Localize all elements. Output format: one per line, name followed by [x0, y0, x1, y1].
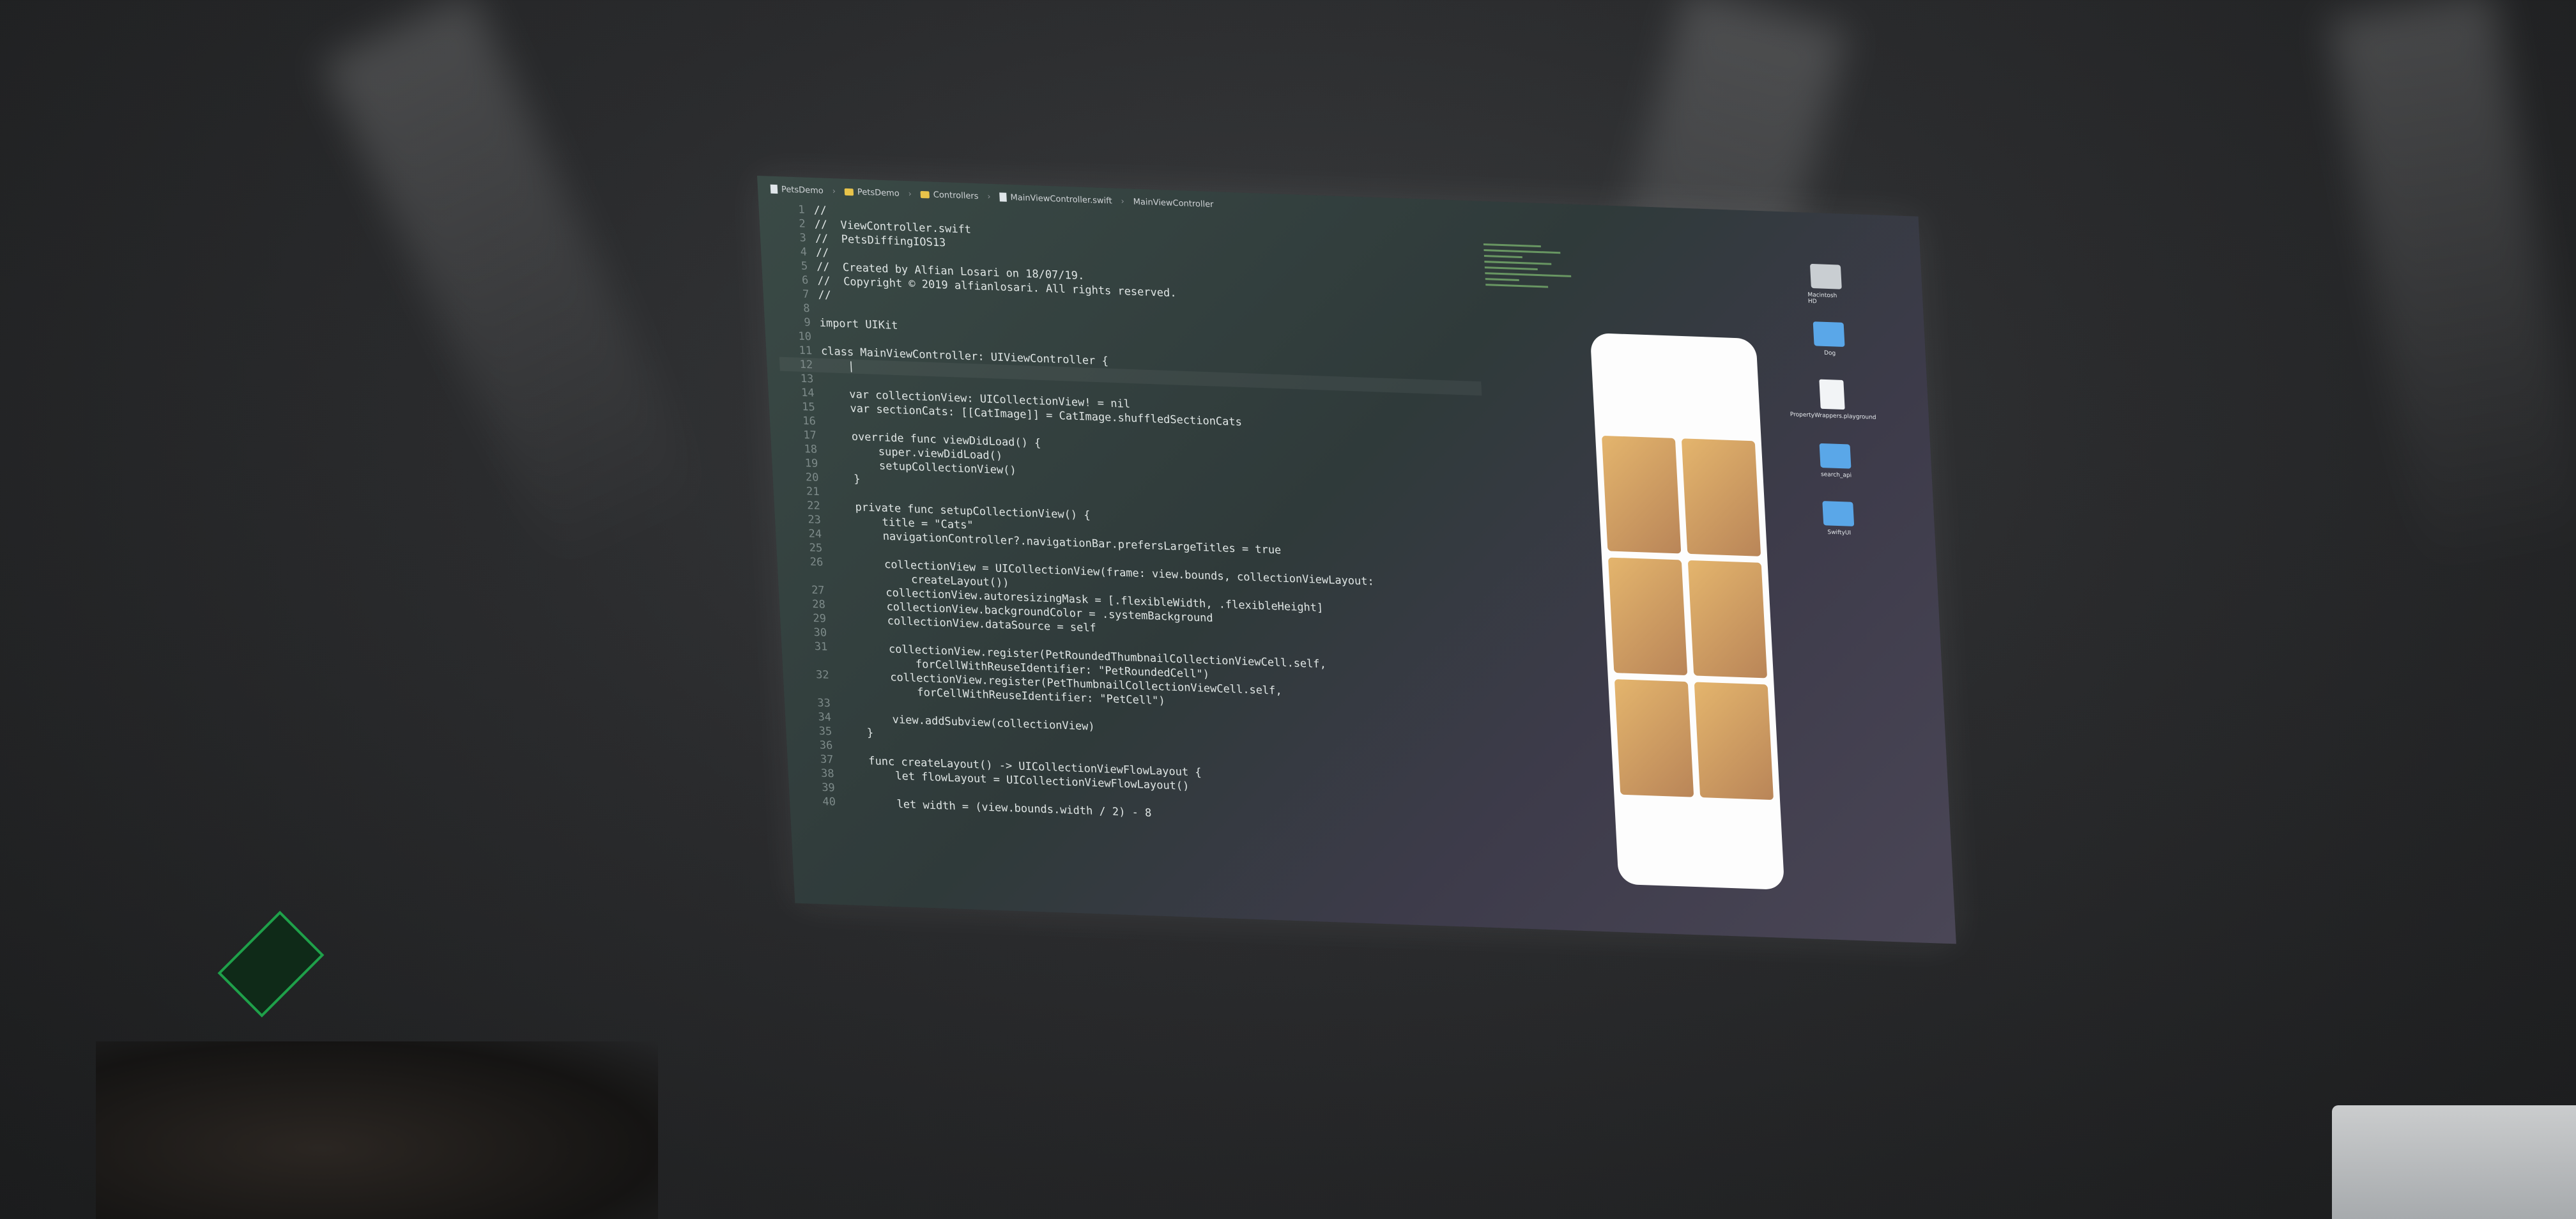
desktop-icon-label: search_api [1820, 471, 1852, 479]
line-number: 33 [816, 696, 831, 710]
line-number: 37 [820, 753, 834, 767]
line-number: 25 [809, 541, 823, 555]
folder-icon [920, 190, 930, 199]
line-number: 21 [806, 485, 820, 499]
cat-photo[interactable] [1614, 679, 1694, 797]
line-number: 9 [804, 316, 811, 330]
line-number: 26 [809, 555, 824, 569]
desktop-icon-label: Dog [1823, 349, 1836, 357]
line-number: 1 [797, 203, 806, 217]
code-editor[interactable]: 1//2// ViewController.swift 3// PetsDiffi… [771, 202, 1505, 833]
line-number: 17 [803, 429, 817, 442]
line-number [796, 681, 839, 696]
line-number: 40 [822, 795, 836, 809]
desktop-icon-dog[interactable]: Dog [1809, 321, 1850, 357]
line-number: 6 [801, 273, 809, 288]
desktop-icon-label: Macintosh HD [1807, 291, 1837, 305]
stacked-chairs [2332, 1105, 2576, 1219]
line-number: 5 [801, 259, 808, 273]
line-number: 14 [801, 386, 815, 400]
line-number: 11 [799, 344, 813, 358]
code-text: } [840, 725, 874, 740]
folder-icon [1822, 501, 1855, 526]
line-number: 7 [802, 288, 810, 302]
code-text: | [821, 358, 855, 373]
light-beam [2327, 0, 2576, 585]
chevron-right-icon: › [987, 192, 992, 202]
line-number: 15 [801, 400, 816, 414]
breadcrumb-item[interactable]: PetsDemo [844, 187, 900, 199]
breadcrumb-item[interactable]: Controllers [920, 189, 979, 201]
line-number: 29 [812, 611, 827, 625]
breadcrumb-label: Controllers [933, 190, 979, 201]
breadcrumb-item[interactable]: MainViewController [1133, 197, 1213, 209]
line-number: 4 [800, 245, 808, 259]
cat-photo[interactable] [1681, 438, 1761, 556]
line-number: 23 [807, 513, 822, 527]
breadcrumb-item[interactable]: PetsDemo [770, 184, 824, 195]
line-number: 38 [820, 767, 835, 781]
folder-icon [1819, 443, 1851, 469]
line-number: 31 [814, 640, 828, 654]
simulator-phone[interactable] [1590, 333, 1785, 890]
breadcrumb-label: MainViewController [1133, 197, 1214, 210]
line-number: 30 [813, 626, 827, 640]
breadcrumb-label: MainViewController.swift [1010, 192, 1113, 206]
desktop-icon-search-api[interactable]: search_api [1816, 443, 1856, 479]
code-text: // [815, 246, 829, 260]
swift-file-icon [999, 192, 1007, 202]
chevron-right-icon: › [832, 186, 836, 196]
line-number: 34 [818, 710, 832, 724]
line-number: 16 [802, 414, 816, 428]
projector-screen: PetsDemo › PetsDemo › Controllers › Main… [757, 176, 1956, 944]
line-number: 20 [805, 471, 819, 485]
line-number: 27 [811, 583, 825, 597]
wall-sign [217, 910, 325, 1018]
desktop-icon-label: PropertyWrappers.playground [1790, 411, 1876, 421]
cat-photo[interactable] [1607, 557, 1688, 676]
line-number: 32 [815, 668, 830, 682]
line-number: 28 [811, 597, 826, 611]
line-number: 12 [799, 358, 813, 372]
folder-icon [844, 188, 854, 195]
cat-photo[interactable] [1694, 682, 1774, 801]
code-text: // [817, 288, 832, 302]
desktop-icon-label: SwiftyUI [1827, 529, 1851, 537]
cat-photo[interactable] [1687, 560, 1768, 678]
line-number: 22 [806, 499, 821, 513]
line-number: 35 [818, 724, 832, 739]
line-number: 13 [800, 372, 814, 386]
line-number [795, 653, 838, 668]
breadcrumb-label: PetsDemo [781, 184, 824, 196]
desktop-icon-playground[interactable]: PropertyWrappers.playground [1790, 379, 1876, 421]
project-icon [770, 184, 778, 194]
code-text: // [813, 204, 827, 217]
line-number: 3 [799, 231, 807, 245]
photo-grid [1602, 435, 1774, 801]
line-number: 19 [804, 457, 818, 470]
code-text: } [827, 471, 861, 486]
line-number: 24 [808, 527, 822, 541]
breadcrumb-item[interactable]: MainViewController.swift [999, 192, 1112, 206]
code-text: import UIKit [819, 316, 898, 333]
desktop-icon-swiftyui[interactable]: SwiftyUI [1818, 501, 1859, 537]
light-beam [321, 0, 714, 583]
desktop-icon-macintosh-hd[interactable]: Macintosh HD [1806, 263, 1846, 306]
chevron-right-icon: › [1121, 196, 1125, 206]
line-number: 18 [804, 443, 818, 456]
line-number: 8 [802, 302, 811, 316]
chevron-right-icon: › [908, 188, 912, 199]
disk-icon [1809, 263, 1842, 289]
line-number: 36 [819, 739, 833, 753]
breadcrumb-label: PetsDemo [857, 187, 900, 199]
audience-people [96, 1041, 658, 1219]
line-number [790, 569, 833, 584]
folder-icon [1813, 321, 1845, 348]
playground-file-icon [1819, 379, 1845, 410]
line-number: 10 [797, 330, 812, 344]
line-number: 2 [798, 217, 806, 231]
line-number: 39 [821, 781, 836, 795]
minimap[interactable] [1483, 240, 1586, 384]
cat-photo[interactable] [1602, 435, 1682, 554]
